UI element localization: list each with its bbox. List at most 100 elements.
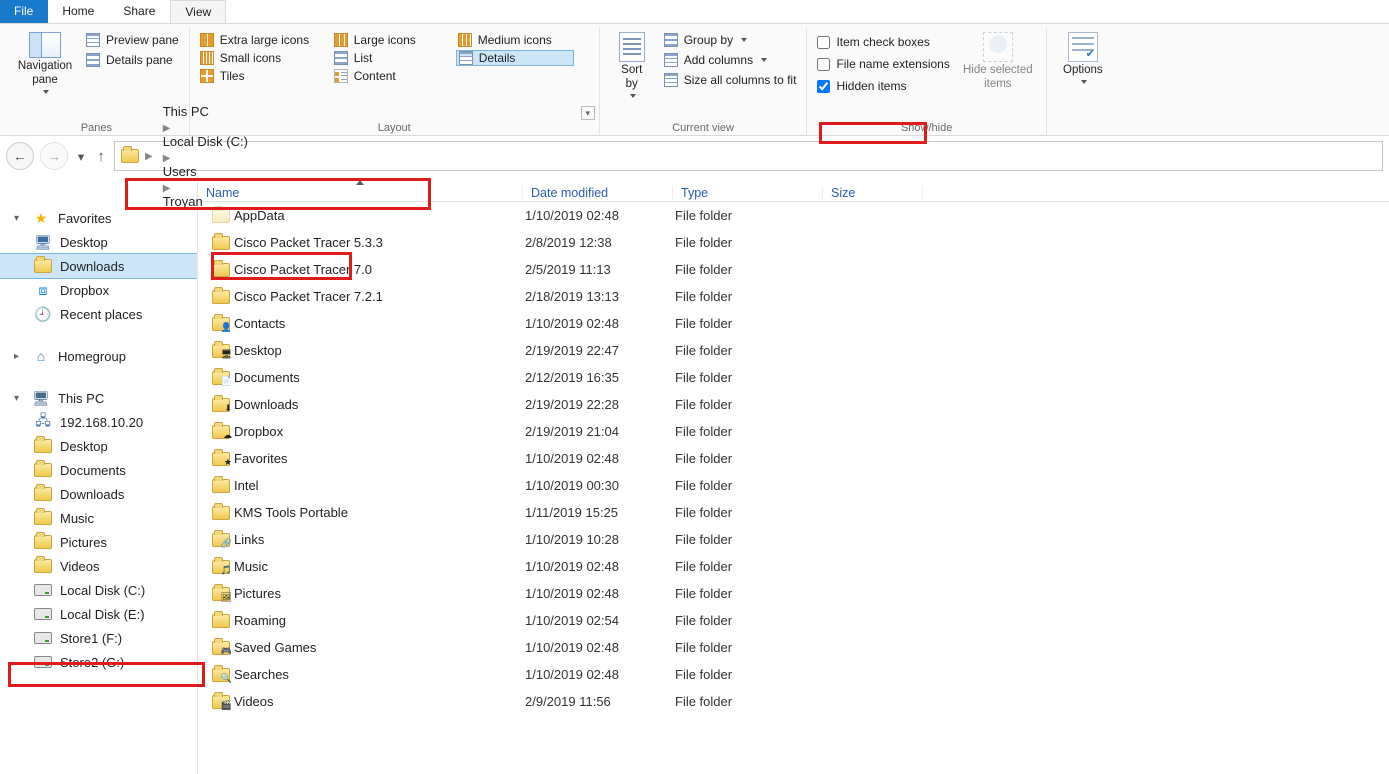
navigation-pane-button[interactable]: Navigation pane (12, 28, 78, 94)
file-row-links[interactable]: 🔗Links1/10/2019 10:28File folder (198, 526, 1389, 553)
file-date: 1/10/2019 02:48 (525, 451, 675, 466)
folder-icon: 🎬 (212, 695, 234, 709)
column-header-type[interactable]: Type (673, 186, 823, 200)
nav-item-192-168-10-20[interactable]: 🖧192.168.10.20 (0, 410, 197, 434)
file-row-music[interactable]: 🎵Music1/10/2019 02:48File folder (198, 553, 1389, 580)
file-row-searches[interactable]: 🔍Searches1/10/2019 02:48File folder (198, 661, 1389, 688)
file-row-favorites[interactable]: ★Favorites1/10/2019 02:48File folder (198, 445, 1389, 472)
hidden-items-input[interactable] (817, 80, 830, 93)
recent-locations-button[interactable]: ▾ (74, 149, 88, 164)
file-row-contacts[interactable]: 👤Contacts1/10/2019 02:48File folder (198, 310, 1389, 337)
group-by-button[interactable]: Group by (662, 32, 799, 48)
ribbon-group-panes-label: Panes (12, 122, 181, 136)
column-header-date[interactable]: Date modified (523, 186, 673, 200)
file-row-kms-tools-portable[interactable]: KMS Tools Portable1/11/2019 15:25File fo… (198, 499, 1389, 526)
file-row-saved-games[interactable]: 🎮Saved Games1/10/2019 02:48File folder (198, 634, 1389, 661)
ribbon-group-show-hide-label: Show/hide (815, 122, 1037, 136)
view-extra-large-icons[interactable]: Extra large icons (198, 32, 326, 48)
nav-item-desktop[interactable]: Desktop (0, 434, 197, 458)
nav-item-videos[interactable]: Videos (0, 554, 197, 578)
options-button[interactable]: Options (1055, 28, 1111, 84)
file-date: 1/10/2019 02:54 (525, 613, 675, 628)
address-bar[interactable]: ▶ This PC▶Local Disk (C:)▶Users▶Troyan (114, 141, 1383, 171)
add-columns-icon (664, 53, 678, 67)
add-columns-button[interactable]: Add columns (662, 52, 799, 68)
details-icon (459, 51, 473, 65)
nav-item-desktop[interactable]: 🖥Desktop (0, 230, 197, 254)
nav-item-store1-f-[interactable]: Store1 (F:) (0, 626, 197, 650)
nav-item-downloads[interactable]: Downloads (0, 482, 197, 506)
tab-share[interactable]: Share (109, 0, 170, 23)
nav-this-pc[interactable]: ▾ 🖥 This PC (0, 386, 197, 410)
nav-item-recent-places[interactable]: 🕘Recent places (0, 302, 197, 326)
file-row-dropbox[interactable]: ☁Dropbox2/19/2019 21:04File folder (198, 418, 1389, 445)
file-type: File folder (675, 208, 825, 223)
view-small-icons[interactable]: Small icons (198, 50, 326, 66)
view-content[interactable]: Content (332, 68, 450, 84)
nav-homegroup[interactable]: ▸ ⌂ Homegroup (0, 344, 197, 368)
file-type: File folder (675, 640, 825, 655)
chevron-down-icon: ▾ (14, 393, 24, 404)
file-row-downloads[interactable]: ⬇Downloads2/19/2019 22:28File folder (198, 391, 1389, 418)
file-row-cisco-packet-tracer-5-3-3[interactable]: Cisco Packet Tracer 5.3.32/8/2019 12:38F… (198, 229, 1389, 256)
view-medium-icons[interactable]: Medium icons (456, 32, 574, 48)
medium-icons-icon (458, 33, 472, 47)
tab-view[interactable]: View (170, 0, 226, 23)
crumb-sep-icon[interactable]: ▶ (159, 153, 175, 164)
file-date: 1/10/2019 10:28 (525, 532, 675, 547)
item-check-boxes-input[interactable] (817, 36, 830, 49)
crumb-sep-icon[interactable]: ▶ (159, 183, 175, 194)
breadcrumb-this-pc[interactable]: This PC (159, 104, 252, 119)
file-row-appdata[interactable]: AppData1/10/2019 02:48File folder (198, 202, 1389, 229)
column-header-size[interactable]: Size (823, 186, 923, 200)
nav-item-music[interactable]: Music (0, 506, 197, 530)
breadcrumb-users[interactable]: Users (159, 164, 252, 179)
nav-item-local-disk-c-[interactable]: Local Disk (C:) (0, 578, 197, 602)
file-date: 2/8/2019 12:38 (525, 235, 675, 250)
breadcrumb-local-disk-c-[interactable]: Local Disk (C:) (159, 134, 252, 149)
view-tiles[interactable]: Tiles (198, 68, 326, 84)
main-area: ▾ ★ Favorites 🖥DesktopDownloads⧈Dropbox🕘… (0, 176, 1389, 774)
nav-favorites[interactable]: ▾ ★ Favorites (0, 206, 197, 230)
file-row-cisco-packet-tracer-7-2-1[interactable]: Cisco Packet Tracer 7.2.12/18/2019 13:13… (198, 283, 1389, 310)
file-type: File folder (675, 316, 825, 331)
nav-item-dropbox[interactable]: ⧈Dropbox (0, 278, 197, 302)
back-button[interactable]: ← (6, 142, 34, 170)
layout-expand-button[interactable]: ▾ (581, 106, 595, 120)
nav-item-downloads[interactable]: Downloads (0, 254, 197, 278)
view-list[interactable]: List (332, 50, 450, 66)
file-row-videos[interactable]: 🎬Videos2/9/2019 11:56File folder (198, 688, 1389, 715)
file-row-desktop[interactable]: 🖥Desktop2/19/2019 22:47File folder (198, 337, 1389, 364)
nav-item-pictures[interactable]: Pictures (0, 530, 197, 554)
file-name: Cisco Packet Tracer 7.0 (234, 262, 525, 277)
hidden-items-checkbox[interactable]: Hidden items (815, 76, 951, 96)
file-row-cisco-packet-tracer-7-0[interactable]: Cisco Packet Tracer 7.02/5/2019 11:13Fil… (198, 256, 1389, 283)
crumb-sep-icon[interactable]: ▶ (159, 123, 175, 134)
details-pane-button[interactable]: Details pane (84, 52, 181, 68)
hide-selected-items-button[interactable]: Hide selected items (958, 28, 1038, 92)
view-details[interactable]: Details (456, 50, 574, 66)
file-row-pictures[interactable]: 🖼Pictures1/10/2019 02:48File folder (198, 580, 1389, 607)
file-row-roaming[interactable]: Roaming1/10/2019 02:54File folder (198, 607, 1389, 634)
crumb-sep-icon[interactable]: ▶ (141, 151, 157, 162)
file-name-extensions-input[interactable] (817, 58, 830, 71)
preview-pane-button[interactable]: Preview pane (84, 32, 181, 48)
file-name-extensions-checkbox[interactable]: File name extensions (815, 54, 951, 74)
file-name: Favorites (234, 451, 525, 466)
folder-icon: 👤 (212, 317, 234, 331)
column-header-name[interactable]: Name (198, 186, 523, 200)
size-all-columns-button[interactable]: Size all columns to fit (662, 72, 799, 88)
file-row-documents[interactable]: 📄Documents2/12/2019 16:35File folder (198, 364, 1389, 391)
view-large-icons[interactable]: Large icons (332, 32, 450, 48)
nav-item-documents[interactable]: Documents (0, 458, 197, 482)
tab-home[interactable]: Home (48, 0, 109, 23)
nav-item-label: Pictures (60, 535, 107, 550)
item-check-boxes-checkbox[interactable]: Item check boxes (815, 32, 951, 52)
nav-item-local-disk-e-[interactable]: Local Disk (E:) (0, 602, 197, 626)
sort-by-button[interactable]: Sort by (608, 28, 656, 98)
file-row-intel[interactable]: Intel1/10/2019 00:30File folder (198, 472, 1389, 499)
forward-button[interactable]: → (40, 142, 68, 170)
up-button[interactable]: ↑ (94, 148, 108, 165)
nav-item-store2-g-[interactable]: Store2 (G:) (0, 650, 197, 674)
tab-file[interactable]: File (0, 0, 48, 23)
